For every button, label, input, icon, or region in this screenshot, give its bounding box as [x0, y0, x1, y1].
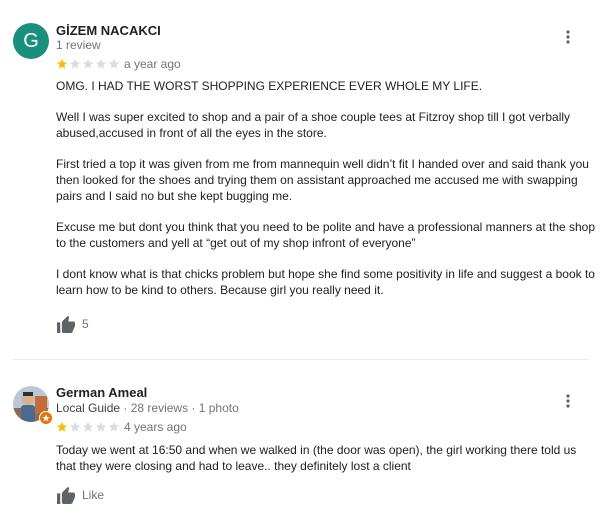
- local-guide-label: Local Guide: [56, 401, 121, 415]
- star-rating: [56, 421, 122, 433]
- star-empty-icon: [95, 421, 107, 432]
- star-empty-icon: [69, 58, 81, 69]
- review-time: 4 years ago: [124, 420, 187, 434]
- more-options-button[interactable]: [558, 27, 578, 47]
- more-vert-icon: [566, 394, 570, 408]
- review-paragraph: OMG. I HAD THE WORST SHOPPING EXPERIENCE…: [56, 79, 483, 93]
- avatar[interactable]: [13, 386, 53, 425]
- star-rating: [56, 58, 122, 70]
- star-empty-icon: [108, 421, 120, 432]
- review-paragraph: Today we went at 16:50 and when we walke…: [56, 443, 577, 473]
- more-options-button[interactable]: [558, 391, 578, 411]
- like-count: 5: [82, 317, 89, 331]
- review-divider: [13, 359, 589, 360]
- author-name[interactable]: German Ameal: [56, 385, 147, 400]
- author-meta: Local Guide · 28 reviews · 1 photo: [56, 401, 239, 415]
- review-paragraph: First tried a top it was given from me f…: [56, 157, 589, 203]
- more-vert-icon: [566, 30, 570, 44]
- thumb-up-icon: [57, 486, 75, 504]
- like-label: Like: [82, 488, 105, 502]
- star-filled-icon: [56, 421, 68, 432]
- thumb-up-icon: [57, 315, 75, 333]
- avatar[interactable]: G: [13, 23, 49, 59]
- review-time: a year ago: [124, 57, 181, 71]
- star-empty-icon: [95, 58, 107, 69]
- rating-row: a year ago: [56, 57, 181, 71]
- star-filled-icon: [56, 58, 68, 69]
- review-text: OMG. I HAD THE WORST SHOPPING EXPERIENCE…: [56, 78, 596, 298]
- review-card: German Ameal Local Guide · 28 reviews · …: [0, 362, 603, 517]
- review-paragraph: Well I was super excited to shop and a p…: [56, 110, 571, 140]
- review-text: Today we went at 16:50 and when we walke…: [56, 442, 596, 474]
- author-review-count: 1 review: [56, 38, 101, 52]
- like-button[interactable]: 5: [56, 314, 89, 334]
- review-paragraph: Excuse me but dont you think that you ne…: [56, 220, 596, 250]
- author-review-count: · 28 reviews · 1 photo: [120, 401, 239, 415]
- star-empty-icon: [82, 58, 94, 69]
- like-button[interactable]: Like: [56, 485, 104, 505]
- review-card: G GİZEM NACAKCI 1 review a year ago OMG.…: [0, 0, 603, 345]
- star-empty-icon: [82, 421, 94, 432]
- star-empty-icon: [108, 58, 120, 69]
- local-guide-badge-icon: [39, 411, 53, 425]
- star-empty-icon: [69, 421, 81, 432]
- review-paragraph: I dont know what is that chicks problem …: [56, 267, 595, 297]
- rating-row: 4 years ago: [56, 420, 187, 434]
- author-name[interactable]: GİZEM NACAKCI: [56, 23, 161, 38]
